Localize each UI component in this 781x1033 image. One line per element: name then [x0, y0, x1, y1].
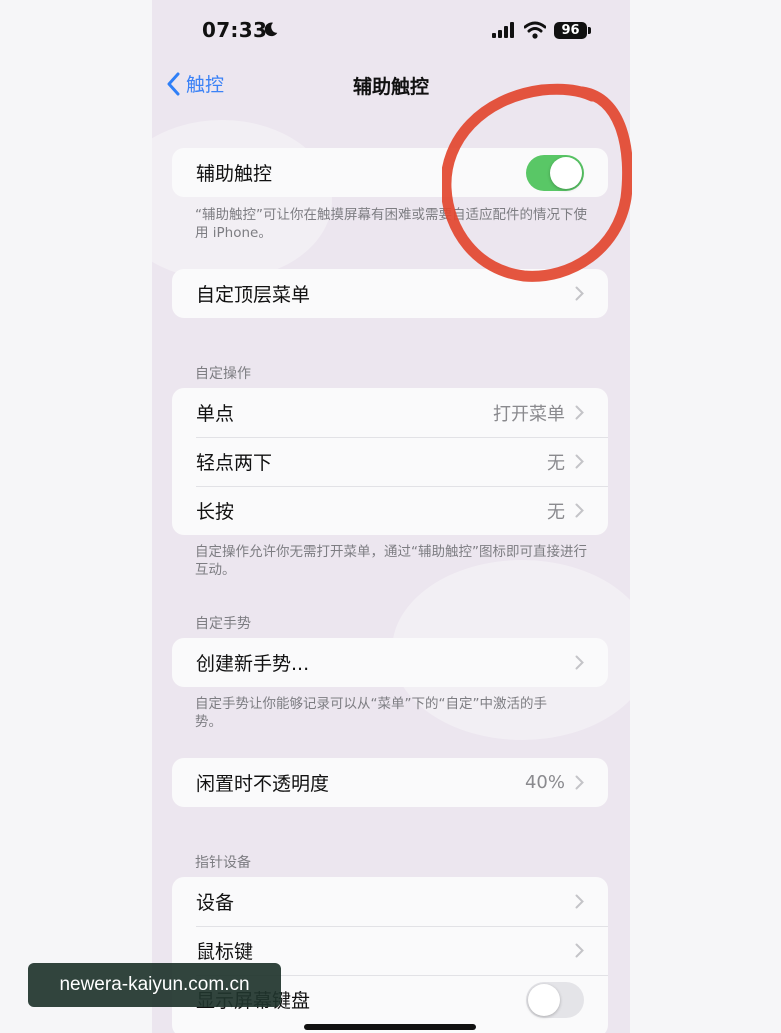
phone-screen: 07:33 96 触控 辅助触控 辅助触控 “辅助触控”可让你在触摸屏幕有困难或… [152, 0, 630, 1033]
assistive-touch-row: 辅助触控 [172, 148, 608, 197]
chevron-right-icon [575, 894, 584, 909]
battery-indicator: 96 [554, 22, 587, 39]
long-press-label: 长按 [196, 501, 235, 523]
toggle-knob [528, 983, 560, 1016]
customize-top-menu-label: 自定顶层菜单 [196, 284, 311, 306]
idle-opacity-label: 闲置时不透明度 [196, 773, 330, 795]
moon-icon [264, 22, 278, 37]
chevron-right-icon [575, 286, 584, 301]
watermark: newera-kaiyun.com.cn [28, 963, 281, 1007]
toggle-knob [550, 156, 582, 189]
idle-opacity-group: 闲置时不透明度 40% [172, 758, 608, 807]
home-indicator [304, 1024, 476, 1030]
long-press-row[interactable]: 长按 无 [172, 486, 608, 535]
chevron-right-icon [575, 655, 584, 670]
onscreen-keyboard-toggle[interactable] [526, 981, 584, 1018]
top-menu-group: 自定顶层菜单 [172, 269, 608, 318]
devices-row[interactable]: 设备 [172, 877, 608, 926]
customize-top-menu-row[interactable]: 自定顶层菜单 [172, 269, 608, 318]
devices-label: 设备 [196, 892, 235, 914]
assistive-touch-toggle[interactable] [526, 154, 584, 191]
chevron-right-icon [575, 775, 584, 790]
chevron-right-icon [575, 405, 584, 420]
mouse-keys-label: 鼠标键 [196, 941, 254, 963]
battery-nub [588, 27, 591, 34]
page-title: 辅助触控 [352, 76, 429, 98]
chevron-right-icon [575, 454, 584, 469]
idle-opacity-row[interactable]: 闲置时不透明度 40% [172, 758, 608, 807]
custom-gestures-header: 自定手势 [195, 616, 251, 632]
custom-actions-header: 自定操作 [195, 366, 251, 382]
idle-opacity-value: 40% [524, 772, 565, 793]
assistive-touch-label: 辅助触控 [196, 163, 273, 185]
assistive-touch-footer: “辅助触控”可让你在触摸屏幕有困难或需要自适应配件的情况下使用 iPhone。 [195, 207, 587, 241]
background-blob [152, 120, 332, 280]
chevron-right-icon [575, 503, 584, 518]
double-tap-label: 轻点两下 [196, 452, 273, 474]
chevron-right-icon [575, 943, 584, 958]
double-tap-value: 无 [547, 452, 565, 474]
pointer-devices-group: 设备 鼠标键 显示屏幕键盘 [172, 877, 608, 1033]
custom-actions-footer: 自定操作允许你无需打开菜单，通过“辅助触控”图标即可直接进行互动。 [195, 544, 587, 578]
create-gesture-label: 创建新手势... [196, 653, 310, 675]
status-time: 07:33 [202, 18, 268, 42]
single-tap-value: 打开菜单 [493, 403, 565, 425]
single-tap-row[interactable]: 单点 打开菜单 [172, 388, 608, 437]
create-gesture-row[interactable]: 创建新手势... [172, 638, 608, 687]
custom-actions-group: 单点 打开菜单 轻点两下 无 长按 无 [172, 388, 608, 535]
single-tap-label: 单点 [196, 403, 235, 425]
custom-gestures-footer: 自定手势让你能够记录可以从“菜单”下的“自定”中激活的手势。 [195, 696, 547, 730]
double-tap-row[interactable]: 轻点两下 无 [172, 437, 608, 486]
long-press-value: 无 [547, 501, 565, 523]
wifi-icon [524, 21, 546, 39]
cellular-signal-icon [492, 22, 514, 38]
pointer-devices-header: 指针设备 [195, 855, 251, 871]
custom-gestures-group: 创建新手势... [172, 638, 608, 687]
assistive-touch-group: 辅助触控 [172, 148, 608, 197]
